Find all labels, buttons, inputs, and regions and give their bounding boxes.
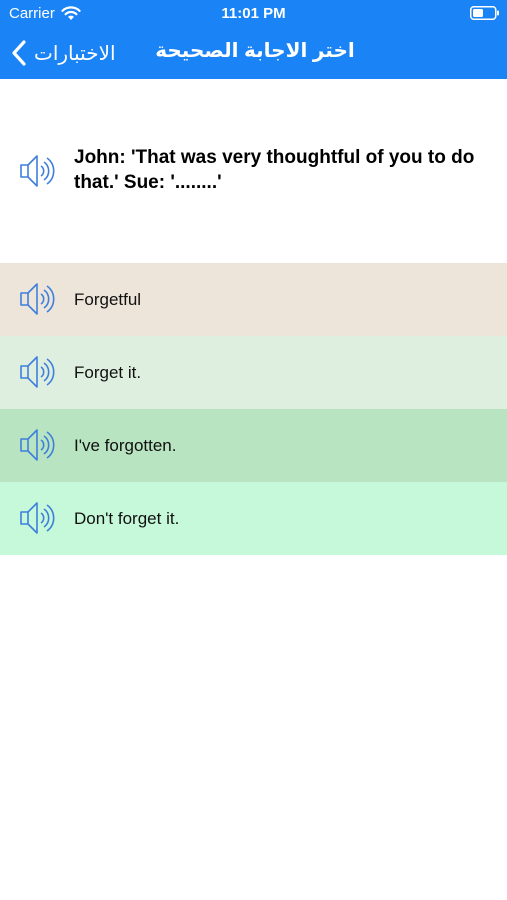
status-bar: Carrier 11:01 PM <box>0 0 507 28</box>
battery-icon <box>470 6 499 20</box>
answer-option-1[interactable]: Forgetful <box>0 263 507 336</box>
answer-option-label: Don't forget it. <box>74 509 180 528</box>
question-panel: John: 'That was very thoughtful of you t… <box>0 79 507 263</box>
question-text: John: 'That was very thoughtful of you t… <box>74 147 475 193</box>
answer-option-4[interactable]: Don't forget it. <box>0 482 507 555</box>
speaker-icon[interactable] <box>18 353 56 391</box>
answer-option-3[interactable]: I've forgotten. <box>0 409 507 482</box>
speaker-icon[interactable] <box>18 280 56 318</box>
answer-option-label: I've forgotten. <box>74 436 177 455</box>
speaker-icon[interactable] <box>18 426 56 464</box>
speaker-icon[interactable] <box>18 499 56 537</box>
chevron-left-icon <box>12 40 26 66</box>
top-bar: Carrier 11:01 PM الاختبارات اختر الاجابة… <box>0 0 507 79</box>
speaker-icon[interactable] <box>18 152 56 190</box>
status-time: 11:01 PM <box>221 5 286 22</box>
answer-option-label: Forgetful <box>74 290 142 309</box>
back-button-label: الاختبارات <box>34 42 116 65</box>
navigation-bar: الاختبارات اختر الاجابة الصحيحة <box>0 28 507 79</box>
back-button[interactable]: الاختبارات <box>10 36 116 70</box>
answer-option-label: Forget it. <box>74 363 142 382</box>
page-title: اختر الاجابة الصحيحة <box>155 40 355 62</box>
answer-option-2[interactable]: Forget it. <box>0 336 507 409</box>
